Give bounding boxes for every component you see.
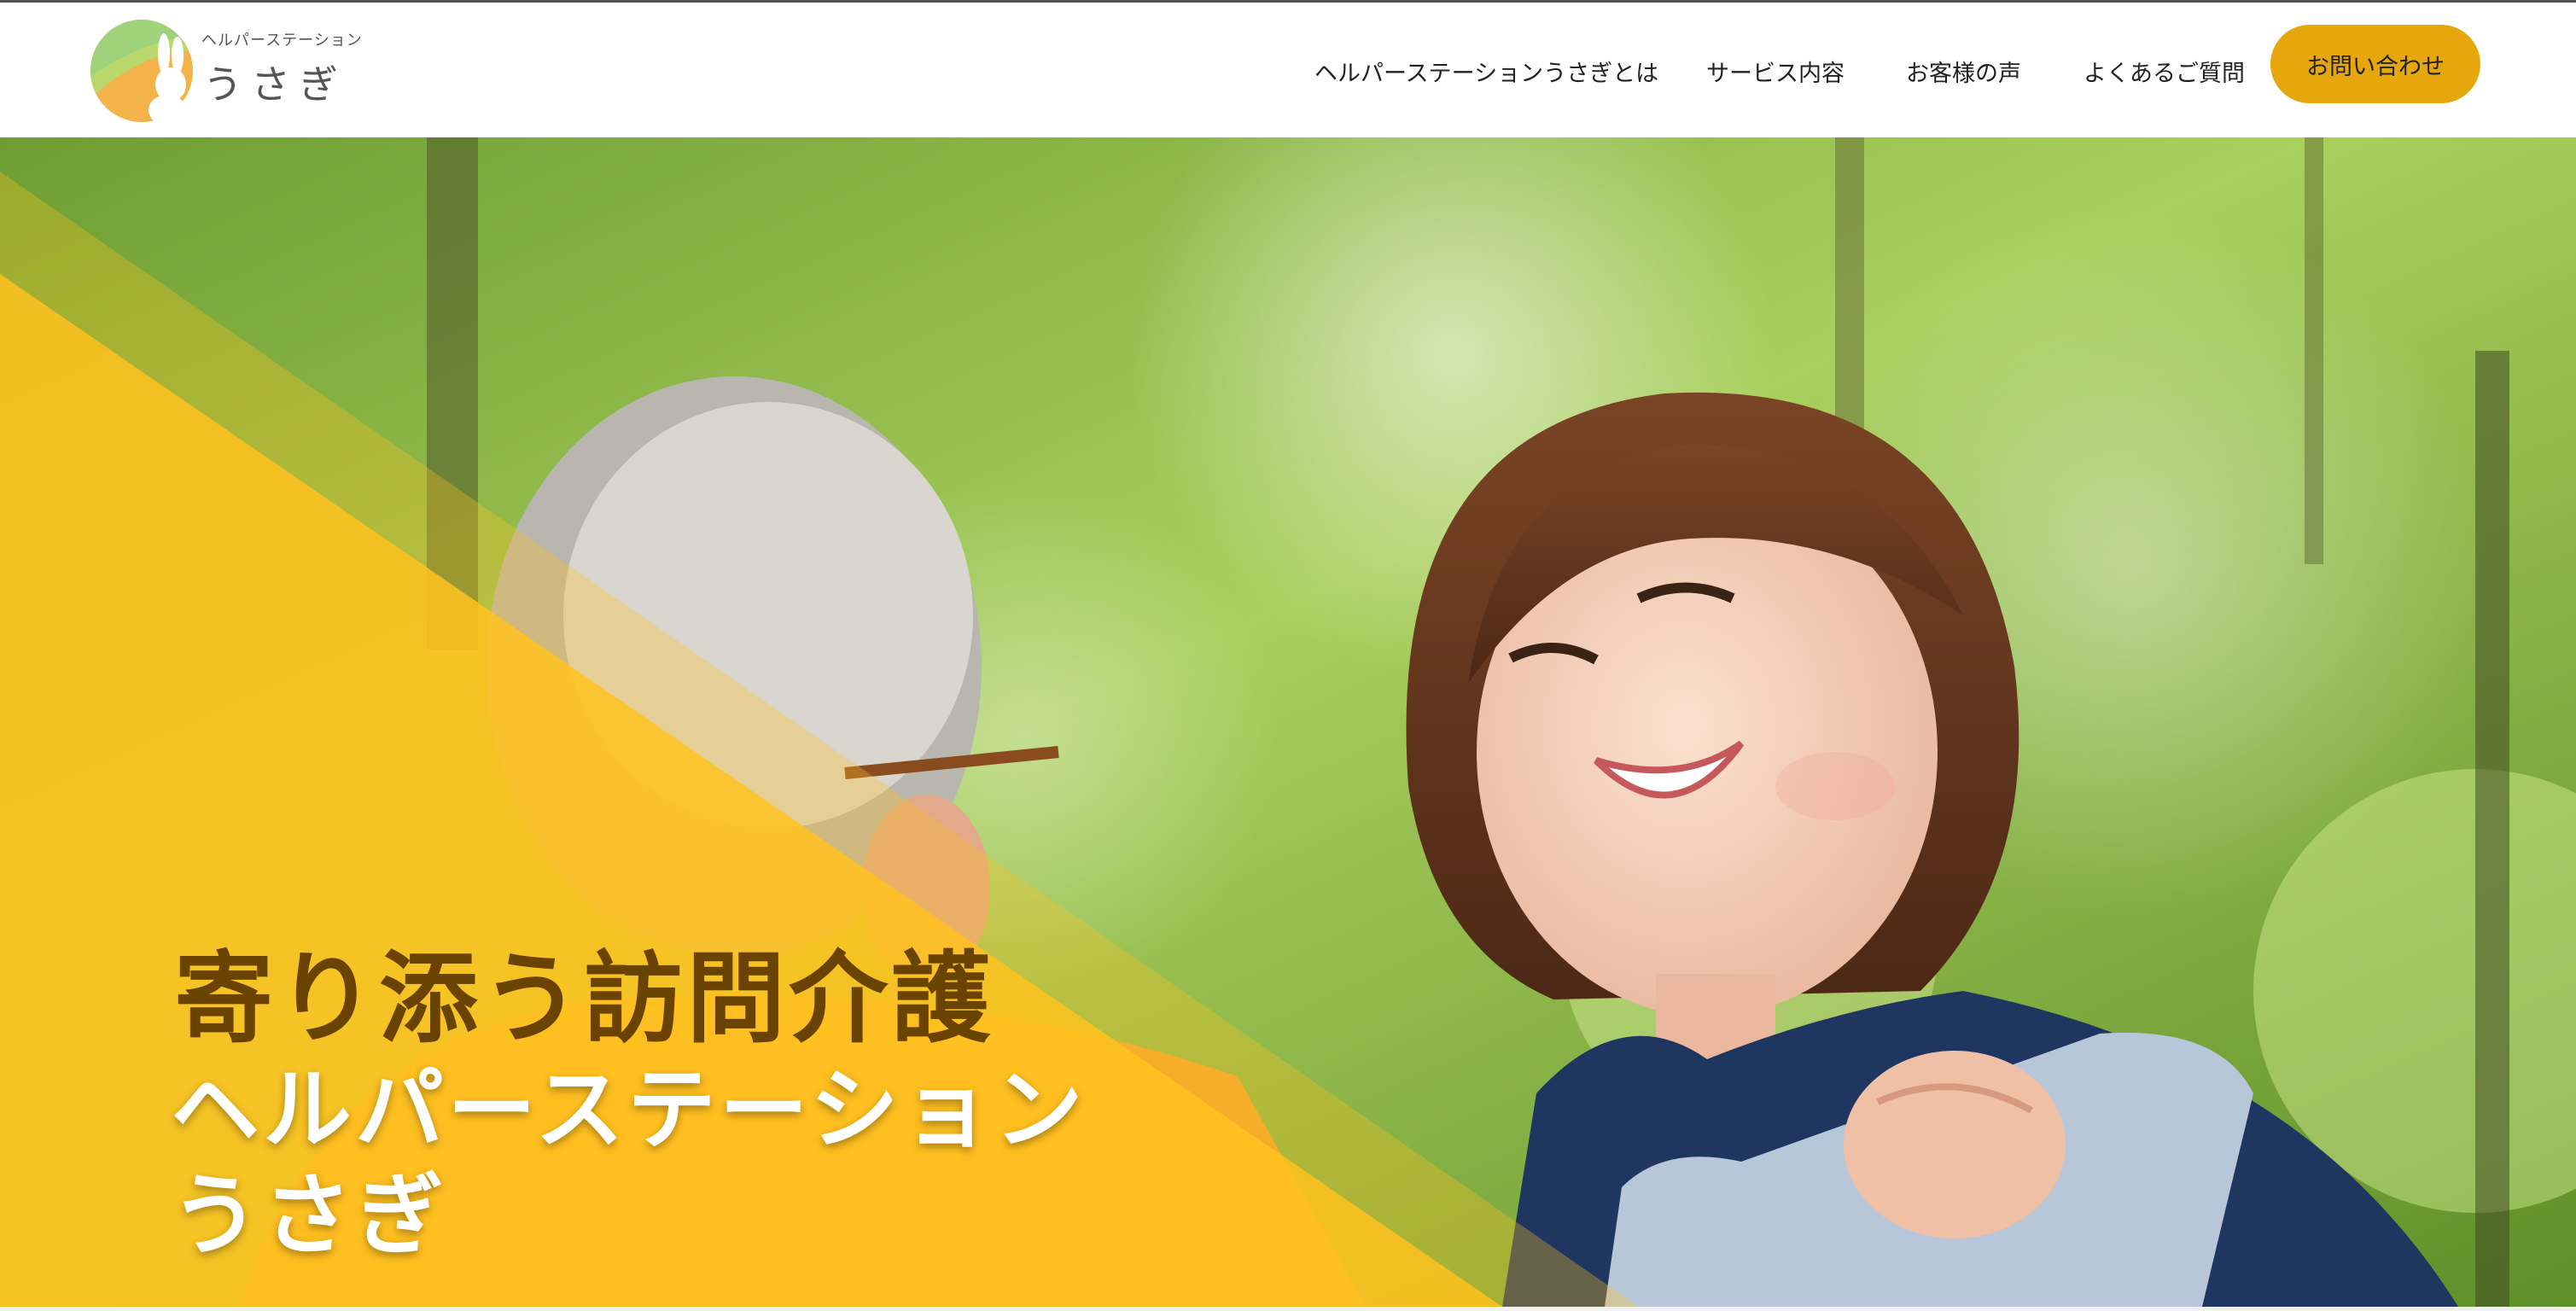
nav-item-about[interactable]: ヘルパーステーションうさぎとは <box>1314 55 1658 88</box>
bottom-border <box>0 1307 2576 1311</box>
main-nav: ヘルパーステーションうさぎとは サービス内容 お客様の声 よくあるご質問 お問い… <box>0 3 2576 137</box>
hero-station-name: ヘルパーステーション うさぎ <box>171 1057 1087 1268</box>
nav-item-faq[interactable]: よくあるご質問 <box>2084 55 2245 88</box>
hero-catchphrase: 寄り添う訪問介護 <box>174 941 994 1057</box>
nav-item-services[interactable]: サービス内容 <box>1706 55 1845 88</box>
hero-station-name-line2: うさぎ <box>171 1163 448 1267</box>
hero-station-name-line1: ヘルパーステーション <box>171 1058 1087 1162</box>
hero-section: 寄り添う訪問介護 ヘルパーステーション うさぎ <box>0 137 2576 1307</box>
nav-item-testimonials[interactable]: お客様の声 <box>1906 55 2021 88</box>
site-header: ヘルパーステーション うさぎ ヘルパーステーションうさぎとは サービス内容 お客… <box>0 3 2576 137</box>
contact-button[interactable]: お問い合わせ <box>2270 25 2480 103</box>
